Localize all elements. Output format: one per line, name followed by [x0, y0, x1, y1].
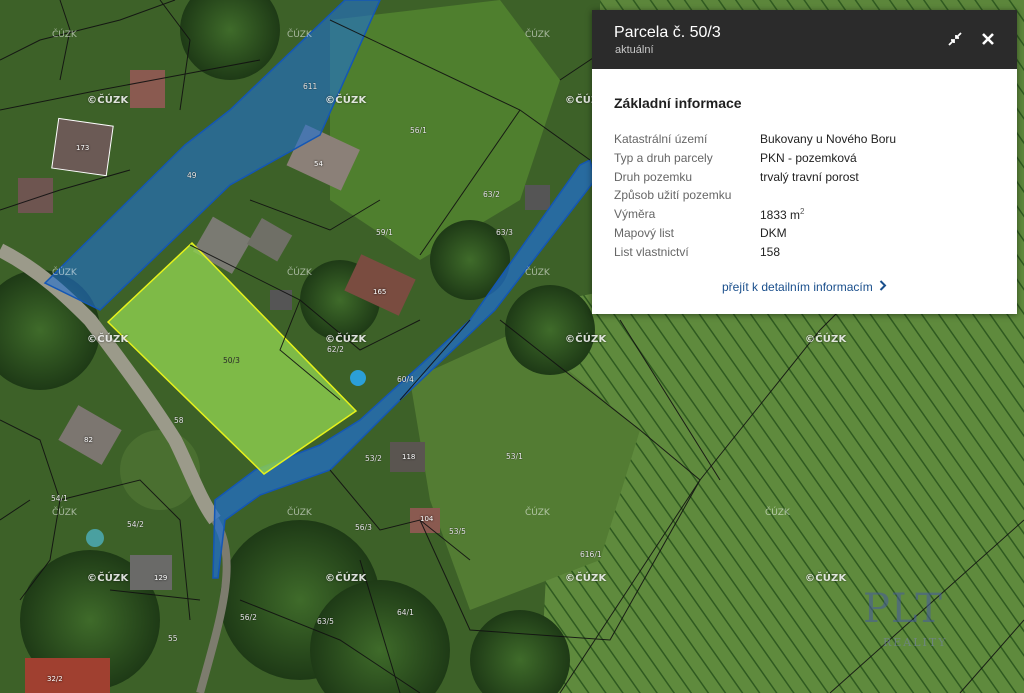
panel-header: Parcela č. 50/3 aktuální: [592, 10, 1017, 69]
house-number: 165: [373, 288, 387, 296]
watermark-small: ČÚZK: [765, 508, 790, 518]
watermark-small: ČÚZK: [525, 268, 550, 278]
info-value: PKN - pozemková: [760, 150, 857, 165]
watermark-small: ČÚZK: [52, 508, 77, 518]
watermark-cuzk: ©ČÚZK: [87, 95, 129, 106]
info-value: DKM: [760, 225, 787, 240]
watermark-cuzk: ©ČÚZK: [805, 573, 847, 584]
info-row: Mapový list DKM: [614, 224, 1004, 243]
info-row: Typ a druh parcely PKN - pozemková: [614, 149, 1004, 168]
parcel-label: 54/2: [127, 520, 144, 529]
info-key: Katastrální území: [614, 132, 708, 146]
watermark-cuzk: ©ČÚZK: [325, 95, 367, 106]
watermark-small: ČÚZK: [287, 268, 312, 278]
parcel-label: 58: [174, 416, 184, 425]
parcel-label: 54/1: [51, 494, 68, 503]
chevron-right-icon: [879, 280, 887, 294]
info-key: List vlastnictví: [614, 244, 689, 259]
parcel-label: 53/1: [506, 452, 523, 461]
watermark-small: ČÚZK: [287, 508, 312, 518]
parcel-label: 55: [168, 634, 178, 643]
info-value: trvalý travní porost: [760, 169, 859, 184]
info-key: Výměra: [614, 207, 656, 222]
parcel-label: 56/3: [355, 523, 372, 532]
info-row: Výměra 1833 m2: [614, 205, 1004, 224]
watermark-small: ČÚZK: [52, 30, 77, 40]
logo-text: PLT: [863, 586, 943, 632]
plt-reality-logo: PLT REALITY: [863, 586, 946, 649]
section-title: Základní informace: [614, 95, 742, 111]
info-rows: Katastrální území Bukovany u Nového Boru…: [614, 130, 1004, 262]
parcel-label: 63/5: [317, 617, 334, 626]
watermark-cuzk: ©ČÚZK: [325, 334, 367, 345]
parcel-label: 63/3: [496, 228, 513, 237]
watermark-cuzk: ©ČÚZK: [805, 334, 847, 345]
parcel-label: 60/4: [397, 375, 414, 384]
watermark-cuzk: ©ČÚZK: [565, 334, 607, 345]
watermark-cuzk: ©ČÚZK: [87, 573, 129, 584]
info-row: Druh pozemku trvalý travní porost: [614, 168, 1004, 187]
panel-title: Parcela č. 50/3: [614, 24, 721, 41]
watermark-small: ČÚZK: [525, 30, 550, 40]
info-key: Typ a druh parcely: [614, 150, 713, 165]
minimize-arrows-icon[interactable]: [946, 30, 964, 48]
parcel-label: 56/2: [240, 613, 257, 622]
watermark-small: ČÚZK: [52, 268, 77, 278]
info-key: Způsob užití pozemku: [614, 188, 732, 203]
house-number: 118: [402, 453, 416, 461]
parcel-label: 63/2: [483, 190, 500, 199]
house-number: 104: [420, 515, 434, 523]
parcel-label: 611: [303, 82, 318, 91]
watermark-small: ČÚZK: [525, 508, 550, 518]
parcel-label: 616/1: [580, 550, 602, 559]
watermark-cuzk: ©ČÚZK: [565, 573, 607, 584]
watermark-cuzk: ©ČÚZK: [325, 573, 367, 584]
house-number: 82: [84, 436, 93, 444]
info-key: Druh pozemku: [614, 169, 693, 184]
parcel-label: 53/2: [365, 454, 382, 463]
area-unit-sup: 2: [800, 207, 805, 217]
house-number: 173: [76, 144, 90, 152]
selected-parcel-label: 50/3: [223, 356, 240, 365]
logo-subtext: REALITY: [883, 636, 948, 649]
parcel-label: 59/1: [376, 228, 393, 237]
parcel-label: 49: [187, 171, 197, 180]
house-number: 129: [154, 574, 168, 582]
info-row: Způsob užití pozemku: [614, 186, 1004, 205]
info-row: Katastrální území Bukovany u Nového Boru: [614, 130, 1004, 149]
info-value: 158: [760, 244, 781, 259]
panel-subtitle: aktuální: [615, 44, 654, 56]
info-row: List vlastnictví 158: [614, 243, 1004, 262]
info-key: Mapový list: [614, 225, 675, 240]
watermark-small: ČÚZK: [287, 30, 312, 40]
house-number: 54: [314, 160, 323, 168]
area-value: 1833 m: [760, 208, 801, 223]
parcel-label: 56/1: [410, 126, 427, 135]
house-number: 32/2: [47, 675, 63, 683]
info-value: Bukovany u Nového Boru: [760, 132, 897, 146]
parcel-info-panel: Parcela č. 50/3 aktuální Základní inform…: [592, 10, 1017, 314]
info-value-area: 1833 m2: [760, 207, 804, 222]
watermark-cuzk: ©ČÚZK: [87, 334, 129, 345]
parcel-label: 62/2: [327, 345, 344, 354]
parcel-label: 64/1: [397, 608, 414, 617]
close-icon[interactable]: [979, 30, 997, 48]
detail-info-link[interactable]: přejít k detailním informacím: [722, 280, 887, 294]
parcel-label: 53/5: [449, 527, 466, 536]
detail-link-label: přejít k detailním informacím: [722, 280, 873, 294]
